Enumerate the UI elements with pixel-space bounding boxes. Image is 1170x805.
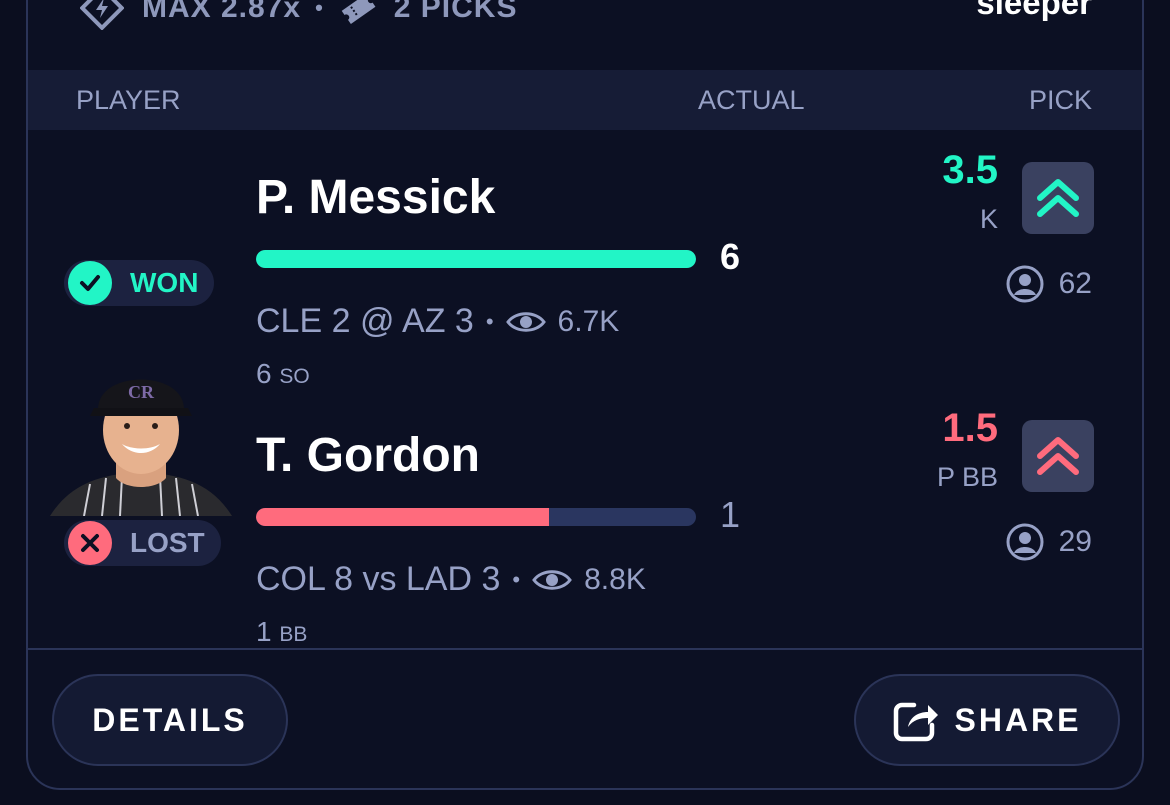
ticket-icon [341, 0, 376, 24]
column-actual: ACTUAL [698, 85, 805, 115]
actual-value: 6 [720, 236, 741, 277]
details-button[interactable]: DETAILS [52, 674, 288, 766]
column-pick: PICK [1028, 85, 1092, 115]
result-badge-won: WON [64, 260, 215, 306]
player-name[interactable]: T. Gordon [256, 428, 480, 483]
game-info: CLE 2 @ AZ 3 • 6.7K [256, 302, 619, 341]
multiplier-label: MAX 2.87x [142, 0, 302, 24]
pick-direction-button[interactable] [1022, 162, 1094, 234]
entry-card: MAX 2.87x • 2 PICKS sleeper PLAYER ACTUA… [26, 0, 1144, 790]
footer-divider [28, 648, 1142, 650]
stat-line: 6 SO [256, 358, 310, 390]
eye-icon [532, 569, 572, 590]
details-label: DETAILS [92, 701, 248, 738]
game-score: CLE 2 @ AZ 3 [256, 302, 474, 340]
stat-value: 1 [256, 616, 272, 647]
x-icon [68, 521, 112, 565]
users-value: 29 [1058, 525, 1092, 558]
picks-count: 2 PICKS [393, 0, 518, 24]
column-header: PLAYER ACTUAL PICK [28, 70, 1142, 130]
stat-value: 6 [256, 358, 272, 389]
pick-direction-button[interactable] [1022, 420, 1094, 492]
share-icon [894, 702, 939, 742]
summary-separator: • [315, 0, 324, 20]
result-label: LOST [130, 527, 205, 558]
user-circle-icon [1006, 523, 1044, 561]
player-headshot: CR [50, 379, 232, 516]
stat-line: 1 BB [256, 616, 307, 648]
game-info: COL 8 vs LAD 3 • 8.8K [256, 560, 646, 599]
view-count: 8.8K [584, 562, 646, 596]
users-value: 62 [1058, 267, 1092, 300]
result-badge-lost: LOST [64, 520, 221, 566]
pick-line: 1.5 [942, 406, 998, 450]
users-count: 62 [1005, 264, 1092, 304]
entry-summary-left: MAX 2.87x • 2 PICKS [80, 0, 518, 30]
brand-logo: sleeper [976, 0, 1092, 21]
pick-market: P BB [936, 462, 998, 492]
stat-unit: SO [279, 365, 310, 388]
actual-value: 1 [720, 494, 741, 535]
eye-icon [505, 311, 546, 332]
player-name[interactable]: P. Messick [256, 170, 495, 225]
double-chevron-up-icon [1037, 437, 1079, 475]
progress-bar [256, 508, 696, 526]
pick-market: K [979, 204, 998, 234]
share-button[interactable]: SHARE [854, 674, 1120, 766]
progress-bar [256, 250, 696, 268]
user-circle-icon [1006, 265, 1044, 303]
double-chevron-up-icon [1037, 179, 1079, 217]
users-count: 29 [1005, 522, 1092, 562]
game-separator: • [512, 566, 521, 592]
game-score: COL 8 vs LAD 3 [256, 560, 501, 598]
column-player: PLAYER [76, 85, 181, 115]
result-label: WON [130, 267, 199, 298]
svg-text:CR: CR [128, 382, 155, 402]
diamond-bolt-icon [80, 0, 124, 30]
progress-fill [256, 250, 696, 268]
game-separator: • [485, 308, 494, 334]
entry-summary: MAX 2.87x • 2 PICKS sleeper [28, 0, 1142, 30]
share-label: SHARE [954, 701, 1082, 738]
view-count: 6.7K [557, 304, 620, 338]
pick-line: 3.5 [942, 148, 998, 192]
stat-unit: BB [279, 623, 308, 646]
progress-fill [256, 508, 550, 526]
check-icon [68, 261, 112, 305]
